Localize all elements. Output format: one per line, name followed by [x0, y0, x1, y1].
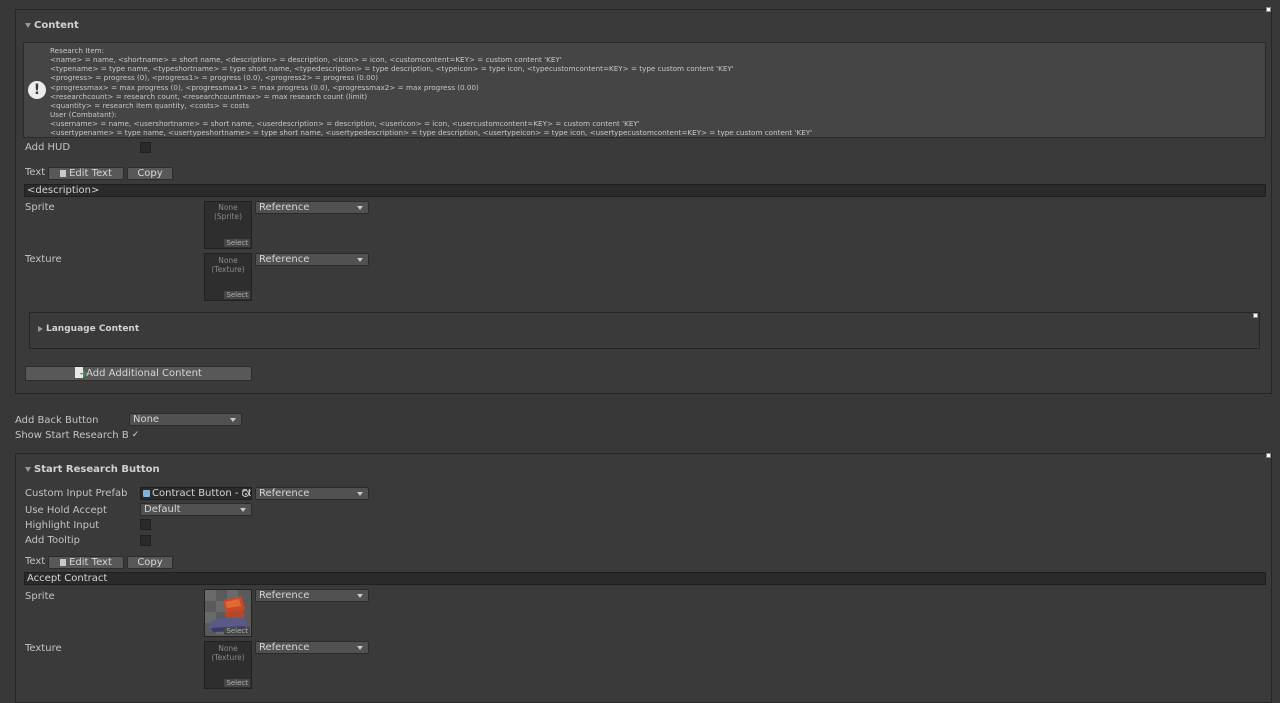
- chevron-down-icon: [357, 594, 363, 598]
- start-research-texture-none-text: None (Texture): [211, 644, 245, 662]
- text-codes-help-box: ! Research Item: <name> = name, <shortna…: [23, 42, 1266, 138]
- content-text-field[interactable]: <description>: [24, 184, 1266, 197]
- texture-reference-dropdown[interactable]: Reference: [255, 253, 369, 266]
- show-start-research-checkbox[interactable]: ✓: [130, 430, 141, 441]
- edit-text-icon: [60, 170, 67, 177]
- panel-resize-handle[interactable]: [1266, 7, 1271, 12]
- add-hud-label: Add HUD: [25, 142, 71, 153]
- content-foldout[interactable]: Content: [25, 20, 79, 31]
- chevron-down-icon: [357, 492, 363, 496]
- language-content-panel: [29, 312, 1260, 349]
- start-research-copy-button[interactable]: Copy: [127, 556, 173, 569]
- chevron-down-icon: [230, 418, 236, 422]
- foldout-arrow-icon: [38, 326, 43, 332]
- add-back-button-label: Add Back Button: [15, 415, 99, 426]
- start-research-sprite-select-button[interactable]: Select: [224, 627, 250, 635]
- start-research-texture-label: Texture: [25, 643, 62, 654]
- info-exclamation-icon: !: [28, 81, 46, 99]
- start-research-sprite-reference-dropdown[interactable]: Reference: [255, 589, 369, 602]
- text-codes-help-text: Research Item: <name> = name, <shortname…: [50, 46, 813, 138]
- sprite-none-text: None (Sprite): [213, 203, 243, 221]
- text-label: Text: [25, 167, 46, 178]
- object-picker-icon[interactable]: [242, 490, 249, 497]
- chevron-down-icon: [357, 646, 363, 650]
- prefab-reference-dropdown[interactable]: Reference: [255, 487, 369, 500]
- texture-none-text: None (Texture): [211, 256, 245, 274]
- add-content-icon: [75, 367, 88, 379]
- add-tooltip-checkbox[interactable]: [140, 535, 151, 546]
- edit-text-icon: [60, 559, 67, 566]
- chevron-down-icon: [240, 508, 246, 512]
- language-content-foldout[interactable]: Language Content: [38, 324, 139, 334]
- add-back-button-dropdown[interactable]: None: [129, 413, 242, 426]
- sprite-reference-dropdown[interactable]: Reference: [255, 201, 369, 214]
- chevron-down-icon: [357, 206, 363, 210]
- start-research-texture-select-button[interactable]: Select: [224, 679, 250, 687]
- start-research-texture-reference-dropdown[interactable]: Reference: [255, 641, 369, 654]
- start-research-foldout-title: Start Research Button: [34, 464, 160, 475]
- prefab-icon: [143, 490, 150, 497]
- highlight-input-label: Highlight Input: [25, 520, 100, 531]
- chevron-down-icon: [357, 258, 363, 262]
- custom-input-prefab-field[interactable]: Contract Button - St: [140, 487, 252, 500]
- highlight-input-checkbox[interactable]: [140, 519, 151, 530]
- start-research-texture-field[interactable]: None (Texture) Select: [204, 641, 252, 689]
- sprite-select-button[interactable]: Select: [224, 239, 250, 247]
- copy-button[interactable]: Copy: [127, 167, 173, 180]
- foldout-arrow-icon: [25, 467, 31, 472]
- foldout-arrow-icon: [25, 23, 31, 28]
- texture-label: Texture: [25, 254, 62, 265]
- sprite-object-field[interactable]: None (Sprite) Select: [204, 201, 252, 249]
- texture-object-field[interactable]: None (Texture) Select: [204, 253, 252, 301]
- edit-text-button[interactable]: Edit Text: [48, 167, 124, 180]
- texture-select-button[interactable]: Select: [224, 291, 250, 299]
- add-hud-checkbox[interactable]: [140, 142, 151, 153]
- sprite-label: Sprite: [25, 202, 55, 213]
- start-research-edit-text-button[interactable]: Edit Text: [48, 556, 124, 569]
- start-research-text-field[interactable]: Accept Contract: [24, 572, 1266, 585]
- show-start-research-label: Show Start Research Button: [15, 430, 128, 441]
- start-research-sprite-field[interactable]: Select: [204, 589, 252, 637]
- start-research-text-label: Text: [25, 556, 46, 567]
- language-panel-resize-handle[interactable]: [1253, 313, 1258, 318]
- start-research-panel-resize-handle[interactable]: [1266, 453, 1271, 458]
- content-foldout-title: Content: [34, 20, 79, 31]
- language-content-title: Language Content: [46, 324, 140, 334]
- add-tooltip-label: Add Tooltip: [25, 535, 81, 546]
- add-additional-content-button[interactable]: Add Additional Content: [25, 366, 252, 381]
- use-hold-accept-label: Use Hold Accept: [25, 505, 107, 516]
- start-research-sprite-label: Sprite: [25, 591, 55, 602]
- start-research-foldout[interactable]: Start Research Button: [25, 464, 160, 475]
- custom-input-prefab-label: Custom Input Prefab: [25, 488, 128, 499]
- use-hold-accept-dropdown[interactable]: Default: [140, 503, 252, 516]
